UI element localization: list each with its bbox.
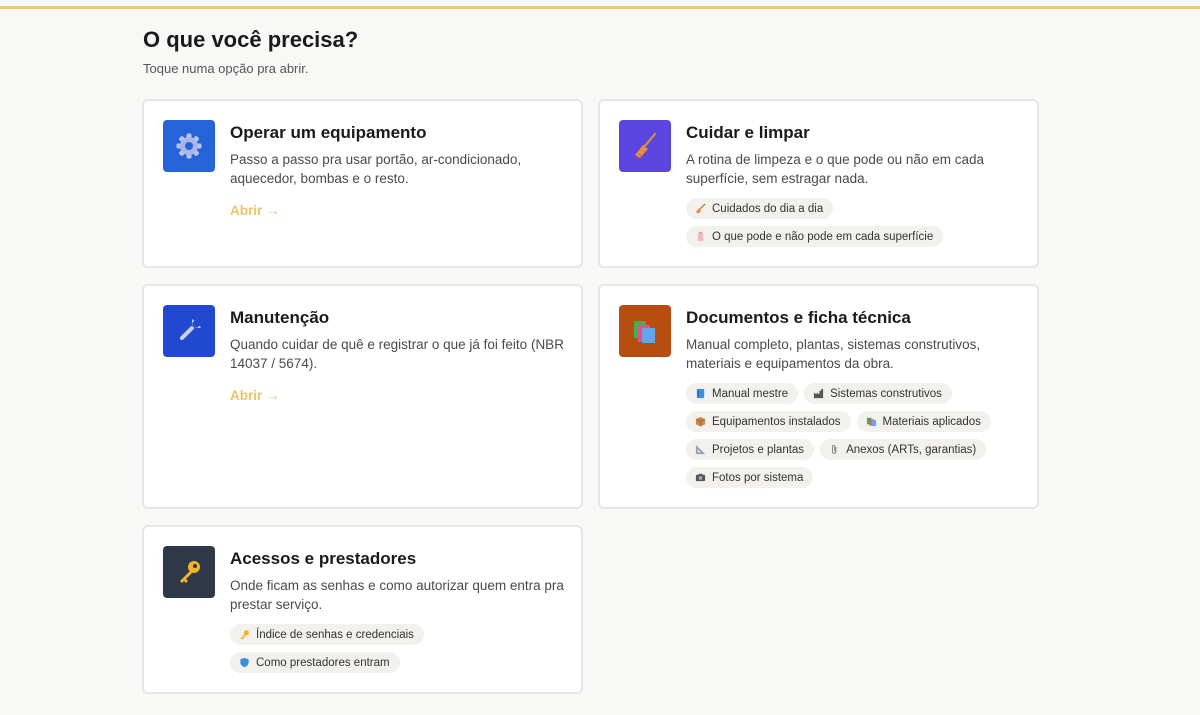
chip-indice-senhas[interactable]: Índice de senhas e credenciais [230,624,424,645]
card-acessos-chips: Índice de senhas e credenciais Como pres… [230,624,580,673]
chip-label: Fotos por sistema [712,471,804,484]
card-manutencao-description: Quando cuidar de quê e registrar o que j… [230,337,564,371]
chip-materiais-aplicados[interactable]: Materiais aplicados [856,411,991,432]
card-documentos-tile [619,305,671,357]
chip-label: Índice de senhas e credenciais [256,628,414,641]
chip-cuidados-dia-a-dia[interactable]: Cuidados do dia a dia [686,198,834,219]
chip-label: Materiais aplicados [882,415,981,428]
card-manutencao-title: Manutenção [230,308,330,327]
chip-projetos-plantas[interactable]: Projetos e plantas [686,439,815,460]
card-acessos-title: Acessos e prestadores [230,549,417,568]
card-documentos[interactable]: Documentos e ficha técnica Manual comple… [598,284,1039,509]
key-icon [240,630,249,640]
shield-icon [240,657,249,668]
factory-icon [813,388,824,399]
card-operar-open-link[interactable]: Abrir → [230,203,280,218]
card-cuidar-chips: Cuidados do dia a dia O que pode e não p… [686,198,1036,247]
chip-fotos-por-sistema[interactable]: Fotos por sistema [686,467,814,488]
paperclip-icon [832,445,837,454]
camera-icon [695,473,706,482]
books-icon [866,417,876,427]
chip-label: Equipamentos instalados [712,415,841,428]
card-operar-title: Operar um equipamento [230,123,427,142]
broom-icon [695,203,706,214]
card-operar-equipamento[interactable]: Operar um equipamento Passo a passo pra … [142,99,583,268]
card-documentos-description: Manual completo, plantas, sistemas const… [686,337,981,371]
chip-label: O que pode e não pode em cada superfície [712,230,934,243]
card-documentos-title: Documentos e ficha técnica [686,308,911,327]
card-documentos-chips: Manual mestre Sistemas construtivos Equi… [686,383,1036,488]
card-cuidar-tile [619,120,671,172]
card-acessos-description: Onde ficam as senhas e como autorizar qu… [230,578,564,612]
chip-anexos[interactable]: Anexos (ARTs, garantias) [820,439,987,460]
card-cuidar-description: A rotina de limpeza e o que pode ou não … [686,152,984,186]
spray-bottle-icon [697,231,704,242]
card-operar-tile [163,120,215,172]
wrench-icon [179,318,202,341]
card-manutencao[interactable]: Manutenção Quando cuidar de quê e regist… [142,284,583,509]
chip-equipamentos-instalados[interactable]: Equipamentos instalados [686,411,851,432]
books-icon [634,321,655,343]
card-manutencao-open-link[interactable]: Abrir → [230,388,280,403]
chip-sistemas-construtivos[interactable]: Sistemas construtivos [804,383,952,404]
chip-pode-nao-pode[interactable]: O que pode e não pode em cada superfície [686,226,944,247]
chip-label: Cuidados do dia a dia [712,202,824,215]
card-manutencao-tile [163,305,215,357]
card-operar-description: Passo a passo pra usar portão, ar-condic… [230,152,522,186]
gear-icon [176,133,202,159]
triangle-ruler-icon [695,444,706,455]
chip-manual-mestre[interactable]: Manual mestre [686,383,799,404]
card-cuidar-title: Cuidar e limpar [686,123,810,142]
broom-icon [635,132,657,159]
package-icon [695,416,706,427]
card-cuidar-limpar[interactable]: Cuidar e limpar A rotina de limpeza e o … [598,99,1039,268]
card-acessos-tile [163,546,215,598]
chip-como-prestadores-entram[interactable]: Como prestadores entram [230,652,400,673]
top-accent-line [0,6,1200,9]
key-icon [180,561,200,583]
chip-label: Sistemas construtivos [830,387,942,400]
chip-label: Manual mestre [712,387,789,400]
page-title: O que você precisa? [143,27,359,52]
book-icon [696,388,705,399]
page-header: O que você precisa? Toque numa opção pra… [143,27,358,76]
page-subtitle: Toque numa opção pra abrir. [143,61,309,76]
card-acessos[interactable]: Acessos e prestadores Onde ficam as senh… [142,525,583,694]
chip-label: Anexos (ARTs, garantias) [846,443,977,456]
chip-label: Como prestadores entram [256,656,390,669]
chip-label: Projetos e plantas [712,443,805,456]
